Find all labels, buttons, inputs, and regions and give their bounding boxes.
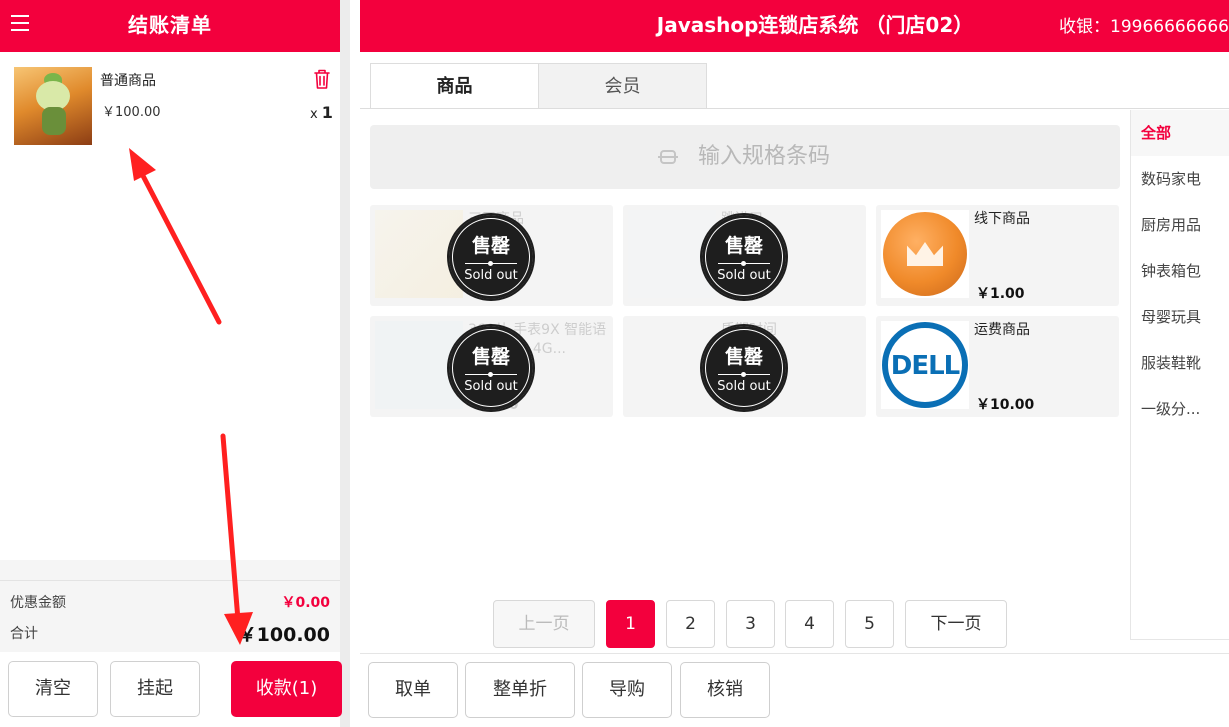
total-value: ￥100.00 <box>237 624 330 646</box>
product-price: ￥1.00 <box>976 286 1025 302</box>
barcode-input[interactable]: 输入规格条码 <box>370 125 1120 189</box>
barcode-placeholder: 输入规格条码 <box>697 144 830 169</box>
sold-out-badge: 售罄 Sold out <box>447 324 535 412</box>
category-item[interactable]: 一级分... <box>1131 386 1229 432</box>
dell-logo: DELL <box>881 321 969 409</box>
scan-icon <box>657 150 678 164</box>
discount-row: 优惠金额 ￥0.00 <box>10 592 330 612</box>
retrieve-order-button[interactable]: 取单 <box>368 662 458 718</box>
category-item[interactable]: 数码家电 <box>1131 156 1229 202</box>
category-item[interactable]: 全部 <box>1131 110 1229 156</box>
sales-guide-button[interactable]: 导购 <box>582 662 672 718</box>
whole-order-discount-button[interactable]: 整单折 <box>465 662 575 718</box>
cart-item-quantity: x1 <box>310 103 333 122</box>
product-card[interactable]: 三天商品 00 售罄Sold out <box>370 205 613 306</box>
product-card[interactable]: 跳进口 00 售罄Sold out <box>623 205 866 306</box>
page-button[interactable]: 5 <box>845 600 894 648</box>
clear-button[interactable]: 清空 <box>8 661 98 717</box>
checkout-actions: 清空 挂起 收款(1) <box>0 652 342 727</box>
trash-icon[interactable] <box>312 68 332 90</box>
total-label: 合计 <box>10 626 38 642</box>
tab-goods[interactable]: 商品 <box>370 63 539 109</box>
sold-out-badge: 售罄 Sold out <box>700 324 788 412</box>
checkout-header: 结账清单 <box>0 0 340 52</box>
app-header: Javashop连锁店系统 （门店02） 收银：19966666666 <box>360 0 1229 52</box>
sold-out-badge: 售罄 Sold out <box>700 213 788 301</box>
store-title: Javashop连锁店系统 （门店02） <box>656 13 974 37</box>
cart-item[interactable]: 普通商品 ￥100.00 x1 <box>14 67 334 147</box>
page-button[interactable]: 1 <box>606 600 655 648</box>
product-name: 运费商品 <box>974 322 1030 338</box>
order-actions-bar: 取单 整单折 导购 核销 <box>360 653 1229 727</box>
product-card[interactable]: DELL 运费商品 ￥10.00 <box>876 316 1119 417</box>
page-button[interactable]: 2 <box>666 600 715 648</box>
product-card[interactable]: 360儿 手表9X 智能语音问 手表 4G... ￥0.20 售罄Sold ou… <box>370 316 613 417</box>
pagination: 上一页 1 2 3 4 5 下一页 <box>360 600 1130 648</box>
total-row: 合计 ￥100.00 <box>10 623 330 646</box>
category-item[interactable]: 厨房用品 <box>1131 202 1229 248</box>
product-thumbnail <box>14 67 92 145</box>
category-item[interactable]: 服装鞋靴 <box>1131 340 1229 386</box>
category-sidebar: 全部 数码家电 厨房用品 钟表箱包 母婴玩具 服装鞋靴 一级分... <box>1130 110 1229 640</box>
category-item[interactable]: 母婴玩具 <box>1131 294 1229 340</box>
category-item[interactable]: 钟表箱包 <box>1131 248 1229 294</box>
pos-app: 结账清单 普通商品 ￥100.00 x1 优惠金额 ￥0.00 合计 ￥100.… <box>0 0 1229 727</box>
product-name: 线下商品 <box>974 211 1030 227</box>
crown-coin-icon <box>881 210 969 298</box>
page-button[interactable]: 4 <box>785 600 834 648</box>
goods-panel: Javashop连锁店系统 （门店02） 收银：19966666666 商品 会… <box>360 0 1229 727</box>
prev-page-button[interactable]: 上一页 <box>493 600 595 648</box>
order-summary: 优惠金额 ￥0.00 合计 ￥100.00 <box>0 580 340 652</box>
discount-label: 优惠金额 <box>10 595 66 611</box>
checkout-title: 结账清单 <box>128 13 212 37</box>
product-card[interactable]: 质期时间 0 售罄Sold out <box>623 316 866 417</box>
cart-item-price: ￥100.00 <box>102 105 161 120</box>
sold-out-badge: 售罄 Sold out <box>447 213 535 301</box>
tab-divider <box>360 108 1229 109</box>
cashier-info: 收银：19966666666 <box>1059 17 1229 37</box>
checkout-panel: 结账清单 普通商品 ￥100.00 x1 优惠金额 ￥0.00 合计 ￥100.… <box>0 0 350 727</box>
product-price: ￥10.00 <box>976 397 1035 413</box>
cart-list: 普通商品 ￥100.00 x1 <box>0 52 340 560</box>
tab-member[interactable]: 会员 <box>538 63 707 109</box>
discount-value: ￥0.00 <box>281 595 330 611</box>
product-card[interactable]: 线下商品 ￥1.00 <box>876 205 1119 306</box>
page-button[interactable]: 3 <box>726 600 775 648</box>
collect-payment-button[interactable]: 收款(1) <box>231 661 342 717</box>
hold-button[interactable]: 挂起 <box>110 661 200 717</box>
next-page-button[interactable]: 下一页 <box>905 600 1007 648</box>
cart-item-name: 普通商品 <box>100 73 156 89</box>
verify-button[interactable]: 核销 <box>680 662 770 718</box>
